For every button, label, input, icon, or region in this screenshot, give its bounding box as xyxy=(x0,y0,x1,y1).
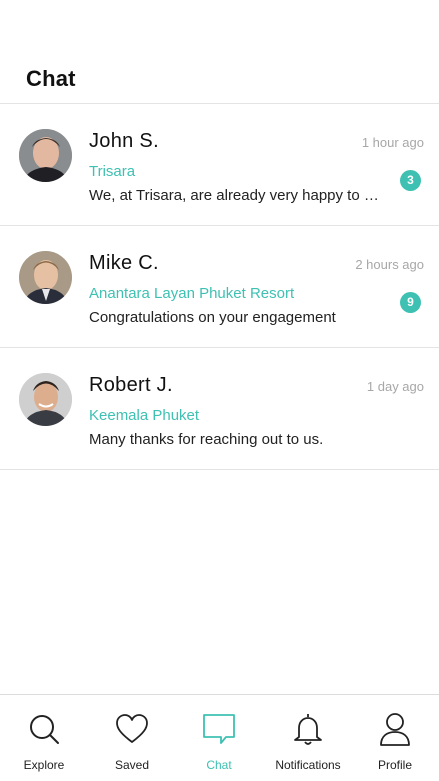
tab-saved[interactable]: Saved xyxy=(88,695,176,781)
contact-name: Mike C. xyxy=(89,252,159,274)
search-icon xyxy=(27,711,61,747)
chat-item-robert[interactable]: Robert J. 1 day ago Keemala Phuket Many … xyxy=(0,348,439,469)
avatar xyxy=(19,129,72,182)
chat-bubble-icon xyxy=(202,711,236,747)
timestamp: 1 day ago xyxy=(366,379,424,394)
tab-label: Chat xyxy=(206,758,232,772)
unread-badge: 9 xyxy=(400,292,421,313)
chat-item-mike[interactable]: Mike C. 2 hours ago Anantara Layan Phuke… xyxy=(0,226,439,347)
timestamp: 2 hours ago xyxy=(355,257,424,272)
tab-label: Profile xyxy=(377,758,412,772)
tab-bar: Explore Saved Chat Notifications Profile xyxy=(0,694,439,781)
message-preview: Many thanks for reaching out to us. xyxy=(89,431,324,448)
avatar xyxy=(19,373,72,426)
contact-name: John S. xyxy=(89,130,159,152)
tab-explore[interactable]: Explore xyxy=(0,695,88,781)
message-preview: Congratulations on your engagement xyxy=(89,309,336,326)
chat-list: John S. 1 hour ago Trisara We, at Trisar… xyxy=(0,103,439,470)
tab-notifications[interactable]: Notifications xyxy=(264,695,352,781)
user-icon xyxy=(378,711,412,747)
tab-label: Explore xyxy=(23,758,65,772)
tab-label: Notifications xyxy=(275,758,341,772)
bell-icon xyxy=(291,711,325,747)
avatar xyxy=(19,251,72,304)
hotel-name: Anantara Layan Phuket Resort xyxy=(89,285,295,302)
hotel-name: Trisara xyxy=(89,163,136,180)
unread-badge: 3 xyxy=(400,170,421,191)
tab-profile[interactable]: Profile xyxy=(351,695,439,781)
timestamp: 1 hour ago xyxy=(361,135,424,150)
tab-chat[interactable]: Chat xyxy=(175,695,263,781)
tab-label: Saved xyxy=(114,758,150,772)
divider xyxy=(0,469,439,470)
hotel-name: Keemala Phuket xyxy=(89,407,200,424)
message-preview: We, at Trisara, are already very happy t… xyxy=(89,187,381,204)
chat-item-john[interactable]: John S. 1 hour ago Trisara We, at Trisar… xyxy=(0,104,439,225)
contact-name: Robert J. xyxy=(89,374,173,396)
page-title: Chat xyxy=(26,66,76,91)
heart-icon xyxy=(115,711,149,747)
